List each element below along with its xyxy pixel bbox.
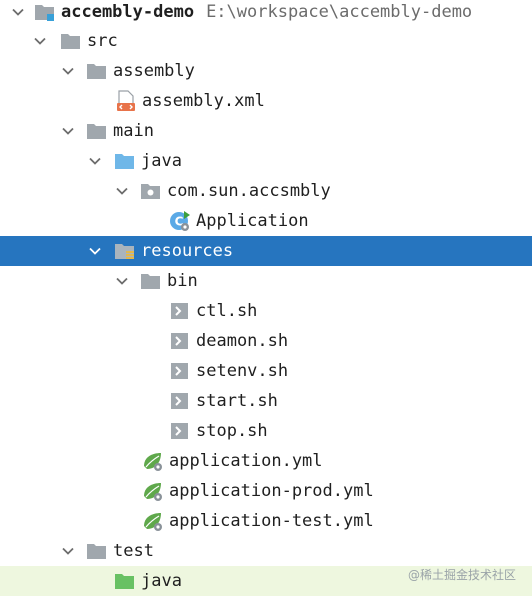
tree-item-label: src [87, 31, 118, 51]
chevron-down-icon[interactable] [114, 266, 130, 296]
folder-icon [86, 120, 108, 142]
tree-row-src[interactable]: src [0, 26, 532, 56]
tree-row-bin[interactable]: bin [0, 266, 532, 296]
project-name: accembly-demo [61, 2, 195, 22]
tree-item-label: bin [167, 271, 198, 291]
tree-item-label: java [141, 151, 182, 171]
watermark: @稀土掘金技术社区 [407, 568, 516, 582]
chevron-down-icon[interactable] [87, 146, 103, 176]
tree-item-label: ctl.sh [196, 301, 258, 321]
chevron-down-icon[interactable] [114, 176, 130, 206]
chevron-down-icon[interactable] [32, 26, 48, 56]
tree-row-java-main[interactable]: java [0, 146, 532, 176]
tree-item-label: application-prod.yml [169, 481, 374, 501]
tree-row-application-yml[interactable]: application.yml [0, 446, 532, 476]
tree-row-application[interactable]: C Application [0, 206, 532, 236]
module-folder-icon [34, 1, 56, 23]
spring-config-icon [142, 480, 164, 502]
tree-item-label: application.yml [169, 451, 323, 471]
tree-item-label: java [141, 571, 182, 591]
tree-row-project-root[interactable]: accembly-demo E:\workspace\accembly-demo [0, 0, 532, 27]
tree-item-label: deamon.sh [196, 331, 289, 351]
tree-item-label: assembly [113, 61, 195, 81]
tree-row-application-prod-yml[interactable]: application-prod.yml [0, 476, 532, 506]
spring-config-icon [142, 510, 164, 532]
tree-item-label: Application [196, 211, 309, 231]
folder-icon [86, 540, 108, 562]
source-folder-icon [114, 150, 136, 172]
tree-row-start-sh[interactable]: start.sh [0, 386, 532, 416]
shell-script-icon [169, 420, 191, 442]
chevron-down-icon[interactable] [87, 236, 103, 266]
package-icon [140, 180, 162, 202]
folder-icon [86, 60, 108, 82]
chevron-down-icon[interactable] [60, 56, 76, 86]
spring-config-icon [142, 450, 164, 472]
tree-item-label: assembly.xml [142, 91, 265, 111]
tree-row-assembly-xml[interactable]: assembly.xml [0, 86, 532, 116]
tree-item-label: stop.sh [196, 421, 268, 441]
tree-row-deamon-sh[interactable]: deamon.sh [0, 326, 532, 356]
folder-icon [60, 30, 82, 52]
shell-script-icon [169, 300, 191, 322]
tree-row-main[interactable]: main [0, 116, 532, 146]
tree-item-label: start.sh [196, 391, 278, 411]
spring-class-icon: C [169, 210, 191, 232]
tree-item-label: resources [141, 241, 234, 261]
folder-icon [140, 270, 162, 292]
tree-row-resources[interactable]: resources [0, 236, 532, 266]
tree-row-assembly[interactable]: assembly [0, 56, 532, 86]
project-path: E:\workspace\accembly-demo [206, 2, 473, 22]
tree-item-label: test [113, 541, 154, 561]
tree-item-label: com.sun.accsmbly [167, 181, 331, 201]
tree-row-ctl-sh[interactable]: ctl.sh [0, 296, 532, 326]
tree-row-stop-sh[interactable]: stop.sh [0, 416, 532, 446]
xml-file-icon [115, 90, 137, 112]
tree-row-setenv-sh[interactable]: setenv.sh [0, 356, 532, 386]
shell-script-icon [169, 390, 191, 412]
tree-row-package[interactable]: com.sun.accsmbly [0, 176, 532, 206]
tree-item-label: main [113, 121, 154, 141]
shell-script-icon [169, 330, 191, 352]
chevron-down-icon[interactable] [10, 0, 26, 27]
tree-row-application-test-yml[interactable]: application-test.yml [0, 506, 532, 536]
shell-script-icon [169, 360, 191, 382]
chevron-down-icon[interactable] [60, 116, 76, 146]
tree-item-label: setenv.sh [196, 361, 289, 381]
test-source-folder-icon [114, 570, 136, 592]
chevron-down-icon[interactable] [60, 536, 76, 566]
tree-row-test[interactable]: test [0, 536, 532, 566]
resources-folder-icon [114, 240, 136, 262]
tree-item-label: application-test.yml [169, 511, 374, 531]
